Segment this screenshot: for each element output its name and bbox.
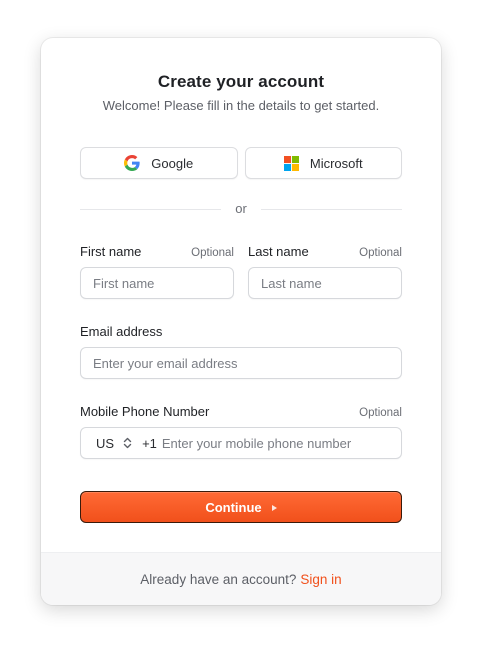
- sign-in-link[interactable]: Sign in: [300, 572, 341, 587]
- email-input[interactable]: [80, 347, 402, 379]
- divider-text: or: [235, 201, 247, 216]
- email-label: Email address: [80, 324, 163, 339]
- google-label: Google: [151, 155, 194, 171]
- dial-code: +1: [142, 435, 157, 451]
- email-group: Email address: [80, 324, 402, 379]
- last-name-optional: Optional: [359, 247, 402, 259]
- chevron-up-down-icon: [123, 437, 132, 449]
- last-name-label: Last name: [248, 244, 309, 259]
- caret-right-icon: [271, 504, 277, 511]
- phone-group: Mobile Phone Number Optional US +1: [80, 404, 402, 459]
- phone-optional: Optional: [359, 407, 402, 419]
- phone-label-row: Mobile Phone Number Optional: [80, 404, 402, 419]
- country-code: US: [96, 435, 115, 451]
- page-title: Create your account: [157, 72, 325, 91]
- microsoft-button[interactable]: Microsoft: [244, 147, 402, 179]
- microsoft-label: Microsoft: [309, 155, 363, 171]
- google-button[interactable]: Google: [80, 147, 238, 179]
- last-name-label-row: Last name Optional: [248, 244, 402, 259]
- page-subtitle: Welcome! Please fill in the details to g…: [102, 98, 380, 113]
- last-name-group: Last name Optional: [248, 244, 402, 299]
- signup-card: Create your account Welcome! Please fill…: [41, 38, 441, 605]
- google-icon: [124, 155, 140, 171]
- continue-button[interactable]: Continue: [80, 491, 402, 523]
- phone-input[interactable]: [156, 428, 401, 458]
- last-name-input[interactable]: [248, 267, 402, 299]
- divider-line-right: [260, 209, 402, 210]
- first-name-input[interactable]: [80, 267, 234, 299]
- first-name-label-row: First name Optional: [80, 244, 234, 259]
- footer-text: Already have an account?: [140, 571, 297, 587]
- social-buttons: Google Microsoft: [80, 147, 402, 179]
- phone-label: Mobile Phone Number: [80, 404, 210, 419]
- phone-input-wrapper: US +1: [80, 427, 402, 459]
- country-select[interactable]: US: [81, 428, 132, 458]
- first-name-label: First name: [80, 244, 142, 259]
- microsoft-icon: [283, 155, 299, 171]
- continue-label: Continue: [205, 499, 262, 515]
- first-name-optional: Optional: [191, 247, 234, 259]
- footer: Already have an account? Sign in: [41, 552, 441, 605]
- divider-line-left: [80, 209, 222, 210]
- name-row: First name Optional Last name Optional: [80, 244, 402, 299]
- or-divider: or: [80, 201, 402, 216]
- first-name-group: First name Optional: [80, 244, 234, 299]
